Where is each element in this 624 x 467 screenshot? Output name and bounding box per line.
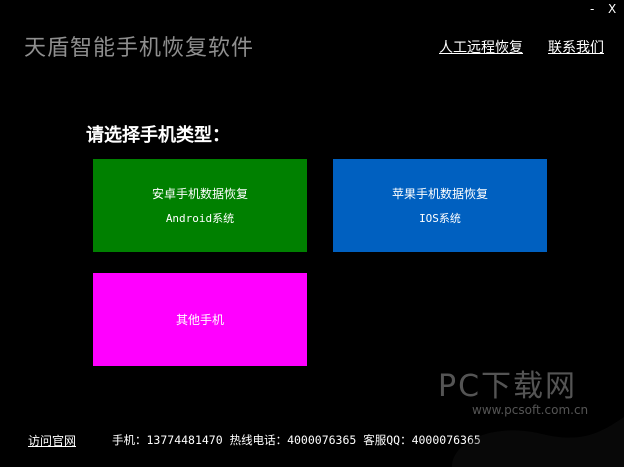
tile-subtitle: IOS系统 xyxy=(419,212,461,225)
tile-title: 苹果手机数据恢复 xyxy=(391,187,488,201)
visit-website-link[interactable]: 访问官网 xyxy=(28,432,76,449)
tile-title: 安卓手机数据恢复 xyxy=(151,187,248,201)
watermark-url: www.pcsoft.com.cn xyxy=(472,403,588,417)
watermark-logo: PC下载网 www.pcsoft.com.cn xyxy=(438,369,624,467)
other-phone-button[interactable]: 其他手机 xyxy=(93,273,307,366)
ios-recovery-button[interactable]: 苹果手机数据恢复 IOS系统 xyxy=(333,159,547,252)
remote-recovery-link[interactable]: 人工远程恢复 xyxy=(439,37,523,57)
minimize-button[interactable]: - xyxy=(590,2,594,16)
tile-subtitle: Android系统 xyxy=(165,212,235,225)
select-phone-type-heading: 请选择手机类型： xyxy=(86,125,230,146)
watermark-text: PC下载网 xyxy=(438,369,577,404)
contact-info: 手机：13774481470 热线电话：4000076365 客服QQ：4000… xyxy=(112,433,481,447)
app-title: 天盾智能手机恢复软件 xyxy=(24,36,255,61)
tile-title: 其他手机 xyxy=(175,313,224,327)
close-button[interactable]: X xyxy=(608,2,616,16)
android-recovery-button[interactable]: 安卓手机数据恢复 Android系统 xyxy=(93,159,307,252)
footer: 访问官网 手机：13774481470 热线电话：4000076365 客服QQ… xyxy=(0,432,624,450)
contact-us-link[interactable]: 联系我们 xyxy=(548,37,604,57)
